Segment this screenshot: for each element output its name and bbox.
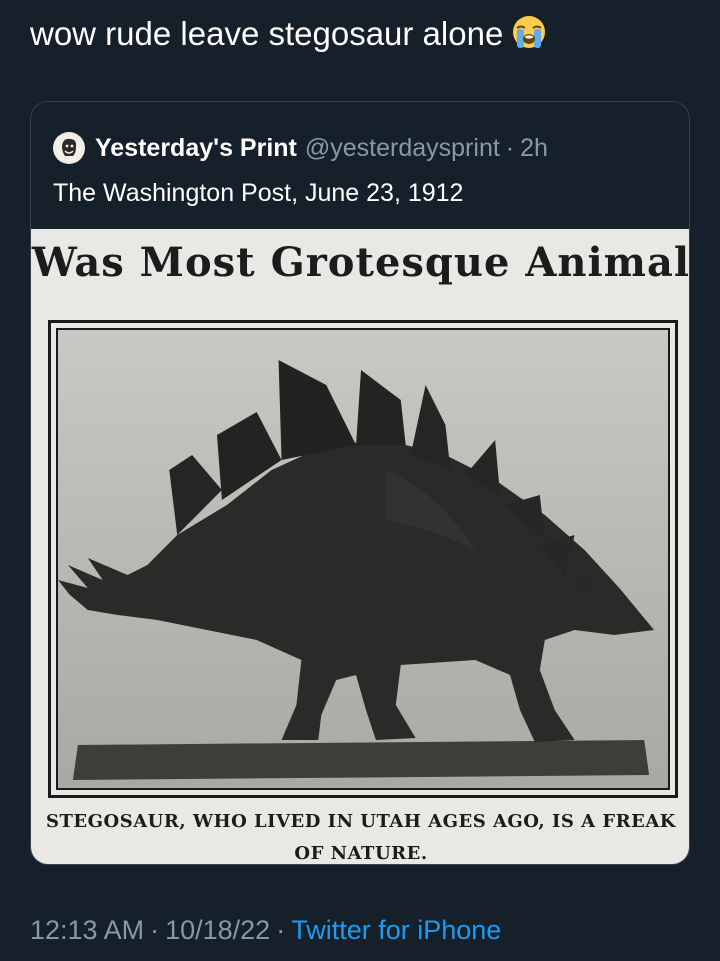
tweet-time[interactable]: 12:13 AM xyxy=(30,915,144,945)
separator-dot: · xyxy=(505,133,515,162)
tweet-date[interactable]: 10/18/22 xyxy=(165,915,270,945)
tweet-body: wow rude leave stegosaur alone xyxy=(30,12,547,56)
clipping-caption-line-2: OF NATURE. xyxy=(294,843,428,864)
clipping-caption: STEGOSAUR, WHO LIVED IN UTAH AGES AGO, I… xyxy=(45,806,677,864)
clipping-photo-frame xyxy=(48,320,678,798)
meta-separator-dot: · xyxy=(150,915,160,945)
stegosaurus-photo xyxy=(58,330,668,788)
tweet-text: wow rude leave stegosaur alone xyxy=(30,15,504,52)
tweet-source-link[interactable]: Twitter for iPhone xyxy=(291,915,501,945)
loudly-crying-face-emoji-icon xyxy=(513,16,546,48)
quoted-handle[interactable]: @yesterdaysprint xyxy=(305,134,500,163)
portrait-avatar-icon xyxy=(56,135,82,161)
quoted-tweet-header: Yesterday's Print @yesterdaysprint · 2h xyxy=(53,128,548,168)
clipping-headline: Was Most Grotesque Animal xyxy=(31,239,690,286)
quoted-tweet-card[interactable]: Yesterday's Print @yesterdaysprint · 2h … xyxy=(30,101,690,865)
newspaper-clipping-image[interactable]: Was Most Grotesque Animal STEGOSAUR, WHO… xyxy=(31,229,690,864)
meta-separator-dot-2: · xyxy=(276,915,286,945)
quoted-display-name[interactable]: Yesterday's Print xyxy=(95,134,297,163)
quoted-tweet-text: The Washington Post, June 23, 1912 xyxy=(53,179,464,207)
clipping-caption-line-1: STEGOSAUR, WHO LIVED IN UTAH AGES AGO, I… xyxy=(46,811,676,832)
quoted-timestamp[interactable]: 2h xyxy=(520,134,548,163)
avatar[interactable] xyxy=(53,132,85,164)
tweet-meta: 12:13 AM · 10/18/22 · Twitter for iPhone xyxy=(30,908,501,952)
